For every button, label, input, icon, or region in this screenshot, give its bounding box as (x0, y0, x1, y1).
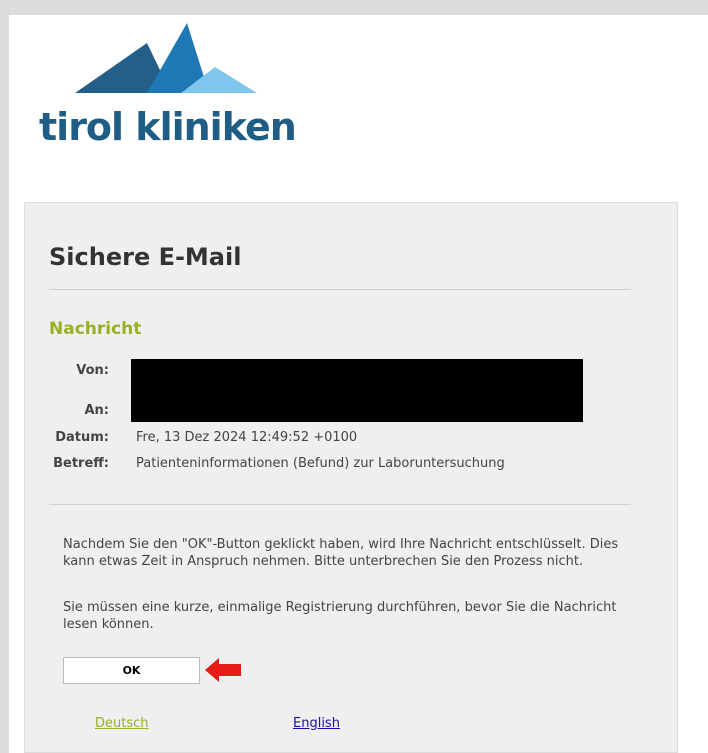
to-label: An: (84, 403, 109, 418)
decrypt-info-text: Nachdem Sie den "OK"-Button geklickt hab… (63, 537, 619, 569)
language-link-english[interactable]: English (293, 716, 340, 731)
date-value: Fre, 13 Dez 2024 12:49:52 +0100 (136, 430, 358, 445)
registration-info-text: Sie müssen eine kurze, einmalige Registr… (63, 600, 617, 632)
subject-value: Patienteninformationen (Befund) zur Labo… (136, 456, 505, 471)
page-title: Sichere E-Mail (49, 243, 242, 271)
redacted-block (131, 359, 583, 422)
divider (49, 289, 631, 290)
ok-button[interactable]: OK (63, 657, 200, 684)
red-left-arrow-icon (205, 658, 241, 682)
from-label: Von: (76, 363, 109, 378)
subject-label: Betreff: (53, 456, 109, 471)
date-label: Datum: (55, 430, 109, 445)
divider (49, 504, 631, 505)
language-link-deutsch[interactable]: Deutsch (95, 716, 149, 731)
logo-text: tirol kliniken (39, 105, 297, 149)
section-title: Nachricht (49, 319, 142, 339)
secure-mail-panel: Sichere E-Mail Nachricht Von: An: Datum:… (24, 202, 678, 753)
page: tirol kliniken Sichere E-Mail Nachricht … (9, 15, 708, 753)
